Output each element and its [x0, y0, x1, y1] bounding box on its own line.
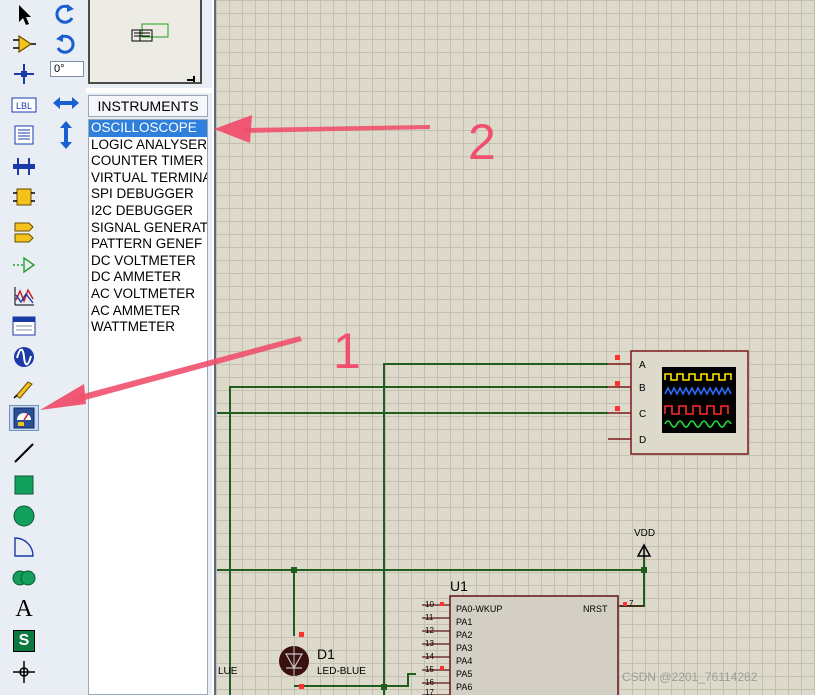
device-item-dc-ammeter[interactable]: DC AMMETER: [89, 269, 207, 286]
device-list[interactable]: OSCILLOSCOPE LOGIC ANALYSER COUNTER TIME…: [88, 119, 208, 695]
net-label: LUE: [218, 666, 238, 677]
mirror-vertical-icon[interactable]: [58, 120, 74, 155]
device-item-wattmeter[interactable]: WATTMETER: [89, 319, 207, 336]
terminals-icon[interactable]: [9, 220, 39, 246]
pin-pa5: PA5: [456, 669, 472, 679]
device-item-oscilloscope[interactable]: OSCILLOSCOPE: [89, 120, 207, 137]
device-list-header[interactable]: INSTRUMENTS: [88, 95, 208, 117]
nrst-pin-number: 7: [629, 599, 634, 608]
junction-dot-icon[interactable]: [9, 61, 39, 87]
pin-number-12: 12: [425, 626, 434, 635]
vdd-label: VDD: [634, 528, 655, 539]
pin-number-17: 17: [425, 688, 434, 695]
voltage-probe-icon[interactable]: [9, 375, 39, 401]
scope-channel-b: B: [639, 383, 646, 394]
led-component[interactable]: D1 LED-BLUE: [279, 632, 366, 689]
text-tool-icon[interactable]: A: [9, 596, 39, 622]
junction-dot: [291, 567, 297, 573]
mirror-horizontal-icon[interactable]: [52, 95, 80, 116]
junction-dot: [641, 567, 647, 573]
path-tool-icon[interactable]: [9, 565, 39, 591]
pin-pa0: PA0-WKUP: [456, 604, 502, 614]
text-tool-glyph: A: [15, 596, 33, 622]
overview-window[interactable]: [88, 0, 202, 84]
subcircuit-icon[interactable]: [9, 184, 39, 210]
pin-number-15: 15: [425, 665, 434, 674]
scope-channel-a: A: [639, 360, 646, 371]
marker-tool-icon[interactable]: [9, 659, 39, 685]
led-ref: D1: [317, 646, 335, 662]
vdd-terminal[interactable]: VDD: [634, 528, 655, 558]
rotation-angle-field[interactable]: 0°: [50, 61, 84, 77]
device-selector-panel: INSTRUMENTS OSCILLOSCOPE LOGIC ANALYSER …: [86, 93, 212, 695]
graph-icon[interactable]: [9, 283, 39, 309]
bus-icon[interactable]: [9, 153, 39, 179]
device-item-ac-ammeter[interactable]: AC AMMETER: [89, 303, 207, 320]
oscilloscope-component[interactable]: A B C D: [608, 350, 749, 455]
rotate-anticlockwise-icon[interactable]: [53, 32, 77, 61]
box-tool-icon[interactable]: [9, 472, 39, 498]
device-item-signal-generator[interactable]: SIGNAL GENERAT: [89, 220, 207, 237]
mcu-ref: U1: [450, 578, 468, 594]
watermark: CSDN @2201_76114282: [622, 670, 758, 684]
generator-icon[interactable]: [9, 344, 39, 370]
line-tool-icon[interactable]: [9, 440, 39, 466]
pin-number-14: 14: [425, 652, 434, 661]
led-value: LED-BLUE: [317, 666, 366, 677]
symbol-tool-icon[interactable]: S: [9, 628, 39, 654]
pin-number-16: 16: [425, 678, 434, 687]
device-item-pattern-generator[interactable]: PATTERN GENEF: [89, 236, 207, 253]
circle-tool-icon[interactable]: [9, 503, 39, 529]
pin-pa1: PA1: [456, 617, 472, 627]
pin-number-10: 10: [425, 600, 434, 609]
component-mode-icon[interactable]: [9, 31, 39, 57]
pin-pa4: PA4: [456, 656, 472, 666]
pin-pa6: PA6: [456, 682, 472, 692]
scope-channel-d: D: [639, 435, 646, 446]
pin-pa2: PA2: [456, 630, 472, 640]
device-item-spi-debugger[interactable]: SPI DEBUGGER: [89, 186, 207, 203]
rotation-toolbar: [48, 0, 86, 695]
mode-toolbar: LBL A S: [0, 0, 49, 695]
text-script-icon[interactable]: [9, 122, 39, 148]
virtual-instruments-icon[interactable]: [9, 405, 39, 431]
device-item-logic-analyser[interactable]: LOGIC ANALYSER: [89, 137, 207, 154]
wire-label-text: LBL: [16, 101, 32, 111]
pin-pa3: PA3: [456, 643, 472, 653]
symbol-tool-glyph: S: [13, 630, 35, 652]
pin-nrst: NRST: [583, 604, 608, 614]
schematic-canvas[interactable]: A B C D VDD U1 10 11 12 13 14 15 16 17 7…: [214, 0, 815, 695]
device-item-i2c-debugger[interactable]: I2C DEBUGGER: [89, 203, 207, 220]
device-item-dc-voltmeter[interactable]: DC VOLTMETER: [89, 253, 207, 270]
schematic-drawing: A B C D VDD U1 10 11 12 13 14 15 16 17 7…: [217, 350, 749, 695]
wire-label-icon[interactable]: LBL: [9, 92, 39, 118]
pin-number-11: 11: [425, 613, 434, 622]
junction-dot: [381, 684, 387, 690]
device-item-ac-voltmeter[interactable]: AC VOLTMETER: [89, 286, 207, 303]
overview-panel: [86, 0, 212, 88]
device-item-virtual-terminal[interactable]: VIRTUAL TERMINA: [89, 170, 207, 187]
tape-recorder-icon[interactable]: [9, 313, 39, 339]
device-item-counter-timer[interactable]: COUNTER TIMER: [89, 153, 207, 170]
mcu-component[interactable]: U1 10 11 12 13 14 15 16 17 7 PA0-WKUP PA…: [422, 578, 644, 695]
pin-number-13: 13: [425, 639, 434, 648]
selection-tool-icon[interactable]: [9, 2, 39, 28]
rotate-clockwise-icon[interactable]: [53, 2, 77, 31]
device-pins-icon[interactable]: [9, 252, 39, 278]
scope-channel-c: C: [639, 409, 646, 420]
arc-tool-icon[interactable]: [9, 534, 39, 560]
